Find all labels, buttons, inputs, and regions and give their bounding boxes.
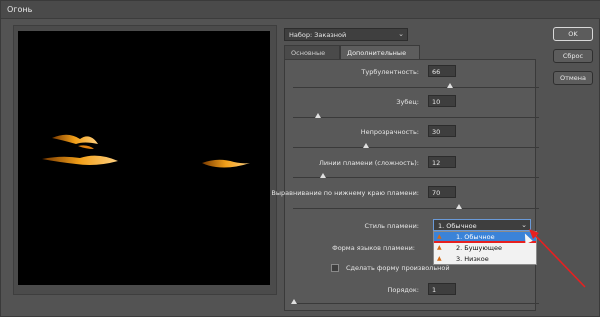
chevron-down-icon: ⌄ bbox=[398, 30, 404, 38]
opacity-slider-track[interactable] bbox=[293, 147, 539, 148]
flame-lines-slider-thumb[interactable] bbox=[320, 173, 326, 178]
custom-shape-label: Сделать форму произвольной bbox=[346, 264, 450, 272]
opacity-slider-thumb[interactable] bbox=[363, 143, 369, 148]
tab-advanced[interactable]: Дополнительные bbox=[340, 45, 420, 59]
flame-shape-label: Форма языков пламени: bbox=[332, 244, 415, 252]
option-label: 2. Бушующее bbox=[456, 244, 502, 252]
flame-shape-left-1 bbox=[52, 134, 98, 144]
option-label: 1. Обычное bbox=[456, 233, 495, 241]
bottom-align-slider-track[interactable] bbox=[293, 208, 539, 209]
order-slider-thumb[interactable] bbox=[291, 299, 297, 304]
option-label: 3. Низкое bbox=[456, 255, 489, 263]
jaggedness-slider-track[interactable] bbox=[293, 117, 539, 118]
preset-label: Набор: Заказной bbox=[289, 31, 347, 39]
fire-preview[interactable] bbox=[18, 31, 270, 285]
window-title: Огонь bbox=[7, 5, 33, 14]
bottom-align-input[interactable]: 70 bbox=[428, 186, 456, 198]
order-slider-track[interactable] bbox=[293, 303, 539, 304]
turbulence-slider-thumb[interactable] bbox=[447, 83, 453, 88]
reset-button[interactable]: Сброс bbox=[553, 49, 593, 63]
fire-dialog: Огонь Набор: Заказной ⌄ Основные Дополни… bbox=[0, 0, 600, 317]
jaggedness-input[interactable]: 10 bbox=[428, 95, 456, 107]
flame-shape-left-2 bbox=[42, 155, 118, 165]
jaggedness-label: Зубец: bbox=[396, 98, 419, 106]
turbulence-label: Турбулентность: bbox=[361, 68, 419, 76]
opacity-input[interactable]: 30 bbox=[428, 125, 456, 137]
turbulence-input[interactable]: 66 bbox=[428, 65, 456, 77]
jaggedness-slider-thumb[interactable] bbox=[315, 113, 321, 118]
tab-basic[interactable]: Основные bbox=[284, 45, 340, 59]
bottom-align-slider-thumb[interactable] bbox=[456, 204, 462, 209]
custom-shape-checkbox[interactable] bbox=[331, 264, 339, 272]
flame-lines-label: Линии пламени (сложность): bbox=[319, 159, 419, 167]
flame-icon: ▲ bbox=[437, 255, 442, 262]
bottom-align-label: Выравнивание по нижнему краю пламени: bbox=[271, 189, 419, 197]
flame-shape-left-3 bbox=[78, 145, 94, 149]
opacity-label: Непрозрачность: bbox=[360, 128, 419, 136]
advanced-panel bbox=[284, 59, 536, 311]
flame-style-value: 1. Обычное bbox=[438, 222, 477, 230]
turbulence-slider-track[interactable] bbox=[293, 87, 539, 88]
annotation-arrow bbox=[529, 229, 586, 288]
flame-icon: ▲ bbox=[437, 233, 442, 240]
flame-shape-right bbox=[202, 159, 250, 168]
flame-preview-graphic bbox=[42, 134, 250, 168]
flame-style-label: Стиль пламени: bbox=[364, 222, 419, 230]
titlebar: Огонь bbox=[1, 1, 600, 19]
cancel-button[interactable]: Отмена bbox=[553, 71, 593, 85]
flame-style-select[interactable]: 1. Обычное ⌄ bbox=[433, 219, 531, 231]
order-input[interactable]: 1 bbox=[428, 283, 456, 295]
flame-icon: ▲ bbox=[437, 244, 442, 251]
order-label: Порядок: bbox=[387, 286, 420, 294]
flame-lines-input[interactable]: 12 bbox=[428, 156, 456, 168]
preset-select[interactable]: Набор: Заказной ⌄ bbox=[284, 28, 408, 41]
ok-button[interactable]: OK bbox=[553, 27, 593, 41]
flame-lines-slider-track[interactable] bbox=[293, 177, 539, 178]
